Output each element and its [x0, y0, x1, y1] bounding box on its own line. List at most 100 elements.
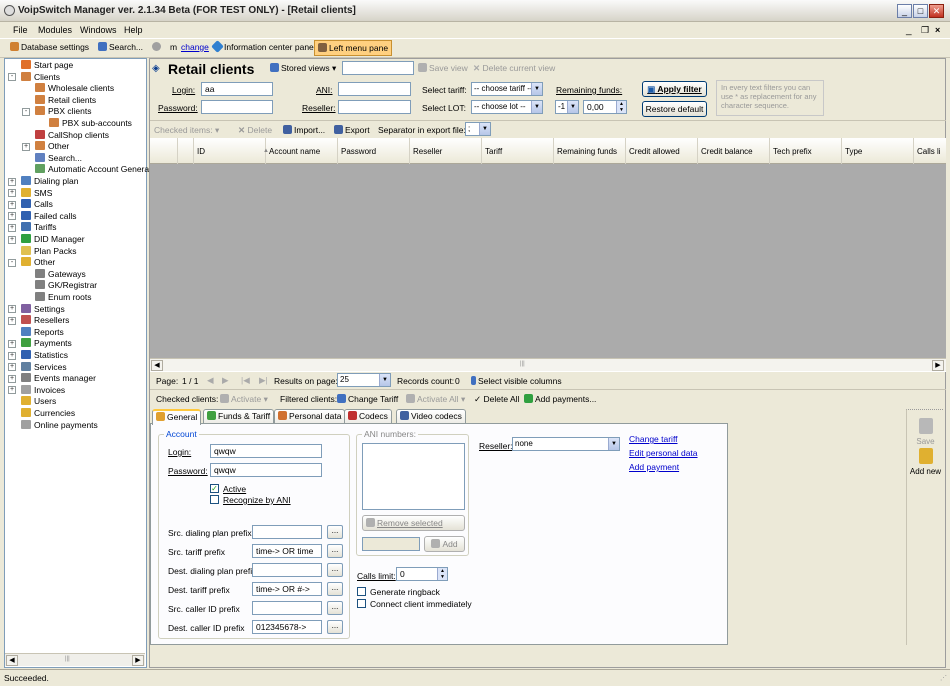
tree-item-dialing-plan[interactable]: Dialing plan	[21, 176, 78, 187]
stored-views-button[interactable]: Stored views ▾	[270, 63, 336, 74]
src-dialing-plan-browse-button[interactable]: ...	[327, 525, 343, 539]
login-filter-input[interactable]: aa	[201, 82, 273, 96]
add-ani-button[interactable]: Add	[424, 536, 465, 552]
mdi-close-icon[interactable]: ×	[935, 25, 940, 35]
tree-item-sms[interactable]: SMS	[21, 187, 52, 199]
scroll-right-icon[interactable]: ▶	[932, 360, 944, 371]
grid-scrollbar[interactable]: ◀ ▶ |||	[150, 358, 946, 371]
database-settings-button[interactable]: Database settings	[10, 42, 89, 52]
add-payment-link[interactable]: Add payment	[629, 462, 679, 472]
column-header-id[interactable]: ID ▲	[194, 138, 269, 164]
last-page-icon[interactable]: ▶|	[259, 375, 268, 386]
tab-funds-tariff[interactable]: Funds & Tariff	[203, 409, 275, 424]
funds-value-input[interactable]: 0,00 ▲ ▼	[583, 100, 627, 114]
spinner-icon[interactable]: ▲ ▼	[616, 101, 626, 113]
mdi-minimize-icon[interactable]: _	[906, 25, 912, 36]
tree-item-failed-calls[interactable]: Failed calls	[21, 210, 77, 222]
tree-item-tariffs[interactable]: Tariffs	[21, 222, 57, 233]
tree-item-enum-roots[interactable]: Enum roots	[35, 292, 91, 303]
expand-icon[interactable]: +	[8, 235, 16, 244]
expand-icon[interactable]: +	[8, 200, 16, 209]
prev-page-icon[interactable]: ◀	[207, 375, 214, 386]
export-button[interactable]: Export	[334, 125, 370, 135]
tree-item-callshop-clients[interactable]: CallShop clients	[35, 129, 109, 141]
active-checkbox[interactable]: ✓	[210, 484, 219, 493]
tree-item-pbx-clients[interactable]: PBX clients	[35, 106, 91, 117]
menu-modules[interactable]: Modules	[38, 25, 72, 35]
spinner-icon[interactable]: ▲ ▼	[437, 568, 447, 580]
ani-numbers-list[interactable]	[362, 443, 465, 510]
tree-item-payments[interactable]: Payments	[21, 338, 72, 349]
column-header-credit-balance[interactable]: Credit balance	[698, 138, 770, 164]
tree-item-services[interactable]: Services	[21, 361, 67, 373]
results-select[interactable]: 25 ▼	[337, 373, 391, 387]
tree-item-settings[interactable]: Settings	[21, 303, 65, 315]
left-menu-pane-button[interactable]: Left menu pane	[314, 40, 393, 56]
scroll-left-icon[interactable]: ◀	[6, 655, 18, 666]
tree-scrollbar[interactable]: ◀ ▶ |||	[5, 653, 145, 666]
expand-icon[interactable]: +	[8, 305, 16, 314]
tree-item-other[interactable]: Other	[35, 141, 69, 152]
menu-help[interactable]: Help	[124, 25, 143, 35]
scroll-right-icon[interactable]: ▶	[132, 655, 144, 666]
edit-personal-data-link[interactable]: Edit personal data	[629, 448, 698, 458]
dest-dialing-plan-browse-button[interactable]: ...	[327, 563, 343, 577]
tree-item-search[interactable]: Search...	[35, 152, 82, 164]
maximize-button[interactable]: □	[913, 4, 928, 18]
expand-icon[interactable]: +	[22, 142, 30, 151]
remove-selected-button[interactable]: Remove selected	[362, 515, 465, 531]
separator-select[interactable]: ; ▼	[465, 122, 491, 136]
src-tariff-input[interactable]: time-> OR time	[252, 544, 322, 558]
delete-view-button[interactable]: ✕ Delete current view	[473, 63, 555, 74]
expand-icon[interactable]: +	[8, 386, 16, 395]
tree-item-gk-registrar[interactable]: GK/Registrar	[35, 280, 97, 291]
generate-ringback-checkbox[interactable]	[357, 587, 366, 596]
change-link[interactable]: change	[181, 42, 209, 52]
tree-item-users[interactable]: Users	[21, 396, 56, 407]
activate-all-button[interactable]: Activate All ▾	[406, 394, 465, 405]
search-button[interactable]: Search...	[98, 42, 143, 52]
password-input[interactable]: qwqw	[210, 463, 322, 477]
tree-item-online-payments[interactable]: Online payments	[21, 419, 98, 431]
tree-item-calls[interactable]: Calls	[21, 199, 53, 210]
expand-icon[interactable]: +	[8, 351, 16, 360]
minimize-button[interactable]: _	[897, 4, 912, 18]
src-tariff-browse-button[interactable]: ...	[327, 544, 343, 558]
collapse-icon[interactable]: -	[8, 73, 16, 82]
collapse-icon[interactable]: -	[8, 258, 16, 267]
tree-item-statistics[interactable]: Statistics	[21, 350, 68, 361]
src-caller-id-browse-button[interactable]: ...	[327, 601, 343, 615]
expand-icon[interactable]: +	[8, 223, 16, 232]
expand-icon[interactable]: +	[8, 363, 16, 372]
column-header-remaining-funds[interactable]: Remaining funds	[554, 138, 626, 164]
delete-button[interactable]: ✕ Delete	[238, 125, 272, 136]
next-page-icon[interactable]: ▶	[222, 375, 229, 386]
tree-item-other[interactable]: Other	[21, 257, 55, 268]
tree-item-start-page[interactable]: Start page	[21, 60, 73, 71]
tree-item-automatic-account-generat[interactable]: Automatic Account Generat	[35, 164, 151, 175]
column-header-tariff[interactable]: Tariff	[482, 138, 554, 164]
column-header-password[interactable]: Password	[338, 138, 410, 164]
calls-limit-input[interactable]: 0 ▲ ▼	[396, 567, 448, 581]
dest-dialing-plan-input[interactable]	[252, 563, 322, 577]
column-header-type[interactable]: Type	[842, 138, 914, 164]
activate-button[interactable]: Activate ▾	[220, 394, 268, 405]
expand-icon[interactable]: +	[8, 316, 16, 325]
column-header-credit-allowed[interactable]: Credit allowed	[626, 138, 698, 164]
tab-general[interactable]: General	[152, 409, 202, 425]
column-header-tech-prefix[interactable]: Tech prefix	[770, 138, 842, 164]
change-tariff-button[interactable]: Change Tariff	[337, 394, 398, 404]
resize-grip-icon[interactable]: ⋰	[940, 674, 947, 682]
tree-item-gateways[interactable]: Gateways	[35, 268, 86, 280]
ani-new-input[interactable]	[362, 537, 420, 551]
src-dialing-plan-input[interactable]	[252, 525, 322, 539]
tree-item-events-manager[interactable]: Events manager	[21, 373, 96, 384]
tree-item-wholesale-clients[interactable]: Wholesale clients	[35, 83, 114, 94]
funds-operator-select[interactable]: -1 ▼	[555, 100, 579, 114]
login-input[interactable]: qwqw	[210, 444, 322, 458]
first-page-icon[interactable]: |◀	[241, 375, 250, 386]
tree-item-clients[interactable]: Clients	[21, 71, 60, 83]
tree-item-currencies[interactable]: Currencies	[21, 408, 75, 419]
add-payments-button[interactable]: Add payments...	[524, 394, 596, 404]
import-button[interactable]: Import...	[283, 125, 325, 135]
